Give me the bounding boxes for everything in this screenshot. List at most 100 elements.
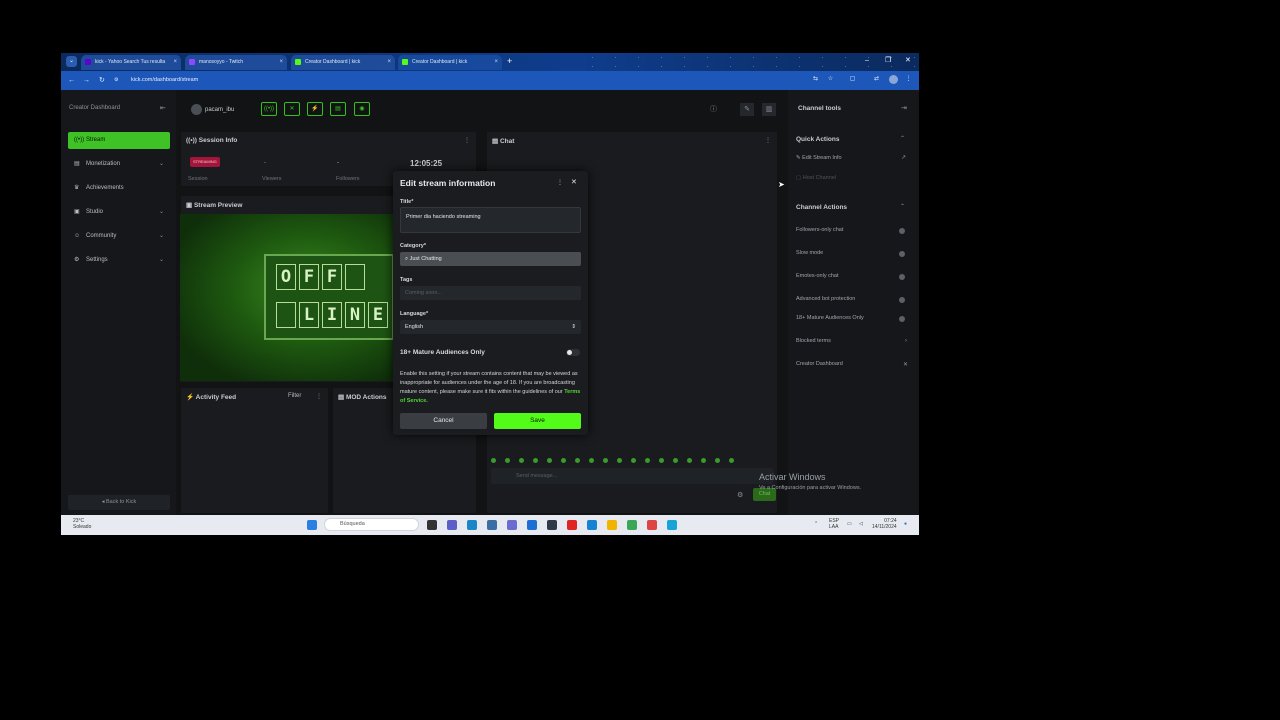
app-icon[interactable] [667,520,677,530]
browser-avatar[interactable] [889,75,898,84]
app-icon[interactable] [647,520,657,530]
minimize-button[interactable]: – [865,54,869,68]
tags-input[interactable]: Coming soon... [400,286,581,300]
edit-stream-info-link[interactable]: ✎ Edit Stream Info [796,155,842,161]
edge-icon[interactable] [467,520,477,530]
sidebar-item-monetization[interactable]: ▤ Monetization ⌄ [68,156,170,173]
browser-tab-3[interactable]: Creator Dashboard | kick × [291,55,395,70]
windows-start-icon[interactable] [307,520,317,530]
sidebar-item-achievements[interactable]: ♛ Achievements [68,180,170,197]
user-pill[interactable]: pacam_ibu [191,104,234,116]
browser-tab-4-active[interactable]: Creator Dashboard | kick × [398,55,502,70]
edit-icon[interactable]: ✎ [740,103,754,116]
translate-icon[interactable]: ⇆ [811,75,820,84]
app-icon[interactable] [547,520,557,530]
emotes-only-toggle[interactable] [899,274,905,280]
category-input[interactable]: ⌕ Just Chatting [400,252,581,266]
emote-icon[interactable] [603,458,608,463]
close-icon[interactable]: × [494,55,498,70]
cancel-button[interactable]: Cancel [400,413,487,429]
bot-protection-toggle[interactable] [899,297,905,303]
close-icon[interactable]: × [387,55,391,70]
bookmark-star-icon[interactable]: ☆ [826,75,835,84]
followers-only-toggle[interactable] [899,228,905,234]
mail-icon[interactable] [527,520,537,530]
reload-icon[interactable]: ↻ [99,74,105,87]
teams-icon[interactable] [447,520,457,530]
app-icon[interactable] [507,520,517,530]
close-icon[interactable]: ✕ [903,361,908,368]
back-arrow-icon[interactable]: ← [68,74,75,87]
emote-icon[interactable] [533,458,538,463]
stream-quick-button[interactable]: ((•)) [261,102,277,116]
restore-button[interactable]: ❐ [885,54,891,68]
tray-chevron-icon[interactable]: ⌃ [814,521,818,527]
site-info-icon[interactable]: ⚙ [114,74,118,87]
layout-icon[interactable]: ▥ [762,103,776,116]
emote-icon[interactable] [659,458,664,463]
title-input[interactable]: Primer dia haciendo streaming [400,207,581,233]
notification-icon[interactable]: ● [904,521,907,527]
more-options-icon[interactable]: ⋮ [765,137,771,144]
info-icon[interactable]: ⓘ [710,104,717,114]
language-select[interactable]: English ⇕ [400,320,581,334]
emote-icon[interactable] [575,458,580,463]
close-icon[interactable]: × [279,55,283,70]
profile-switch-icon[interactable]: ⇄ [872,75,881,84]
modal-more-icon[interactable]: ⋮ [557,179,563,186]
extensions-icon[interactable]: ▢ [848,75,857,84]
filter-button[interactable]: Filter [288,393,301,399]
chat-settings-gear-icon[interactable]: ⚙ [737,491,743,499]
collapse-tools-icon[interactable]: ⇥ [901,104,907,112]
notes-quick-button[interactable]: ▤ [330,102,346,116]
url-field[interactable]: kick.com/dashboard/stream [131,74,198,87]
emote-icon[interactable] [645,458,650,463]
new-tab-button[interactable]: + [507,55,512,68]
creator-dashboard-link[interactable]: Creator Dashboard [796,361,843,367]
emote-icon[interactable] [729,458,734,463]
store-icon[interactable] [487,520,497,530]
sidebar-item-stream[interactable]: ((•)) Stream [68,132,170,149]
weather-widget[interactable]: 23°C Soleado [73,518,91,530]
mature-toggle[interactable] [566,349,580,356]
emote-icon[interactable] [561,458,566,463]
more-options-icon[interactable]: ⋮ [464,137,470,144]
taskbar-search[interactable]: Búsqueda [324,518,419,531]
sidebar-item-studio[interactable]: ▣ Studio ⌄ [68,204,170,221]
chevron-up-icon[interactable]: ⌃ [900,135,905,142]
emote-icon[interactable] [547,458,552,463]
flash-quick-button[interactable]: ⚡ [307,102,323,116]
browser-tab-1[interactable]: kick - Yahoo Search Tus resulta × [81,55,181,70]
network-icon[interactable]: ▭ [847,521,852,527]
chrome-icon[interactable] [627,520,637,530]
external-link-icon[interactable]: ↗ [901,154,906,161]
save-button[interactable]: Save [494,413,581,429]
eye-quick-button[interactable]: ◉ [354,102,370,116]
tab-search-button[interactable]: ⌄ [66,56,77,67]
emote-icon[interactable] [519,458,524,463]
clock[interactable]: 07:24 14/11/2024 [872,518,897,530]
sidebar-item-community[interactable]: ☺ Community ⌄ [68,228,170,245]
blocked-terms-link[interactable]: Blocked terms [796,338,831,344]
emote-icon[interactable] [617,458,622,463]
emote-icon[interactable] [673,458,678,463]
browser-menu-icon[interactable]: ⋮ [904,75,913,84]
slow-mode-toggle[interactable] [899,251,905,257]
emote-icon[interactable] [631,458,636,463]
chat-message-input[interactable]: Send message... [491,468,773,484]
emote-icon[interactable] [505,458,510,463]
volume-icon[interactable]: ◁ [859,521,863,527]
emote-icon[interactable] [701,458,706,463]
more-options-icon[interactable]: ⋮ [316,393,322,400]
browser-tab-2[interactable]: manosoyyo - Twitch × [185,55,287,70]
forward-arrow-icon[interactable]: → [83,74,90,87]
emote-icon[interactable] [589,458,594,463]
youtube-icon[interactable] [567,520,577,530]
chevron-up-icon[interactable]: ⌃ [900,203,905,210]
mature-audiences-toggle[interactable] [899,316,905,322]
modal-close-icon[interactable]: ✕ [571,178,577,186]
emote-icon[interactable] [715,458,720,463]
emote-icon[interactable] [491,458,496,463]
chevron-right-icon[interactable]: › [905,338,907,344]
close-icon[interactable]: × [173,55,177,70]
